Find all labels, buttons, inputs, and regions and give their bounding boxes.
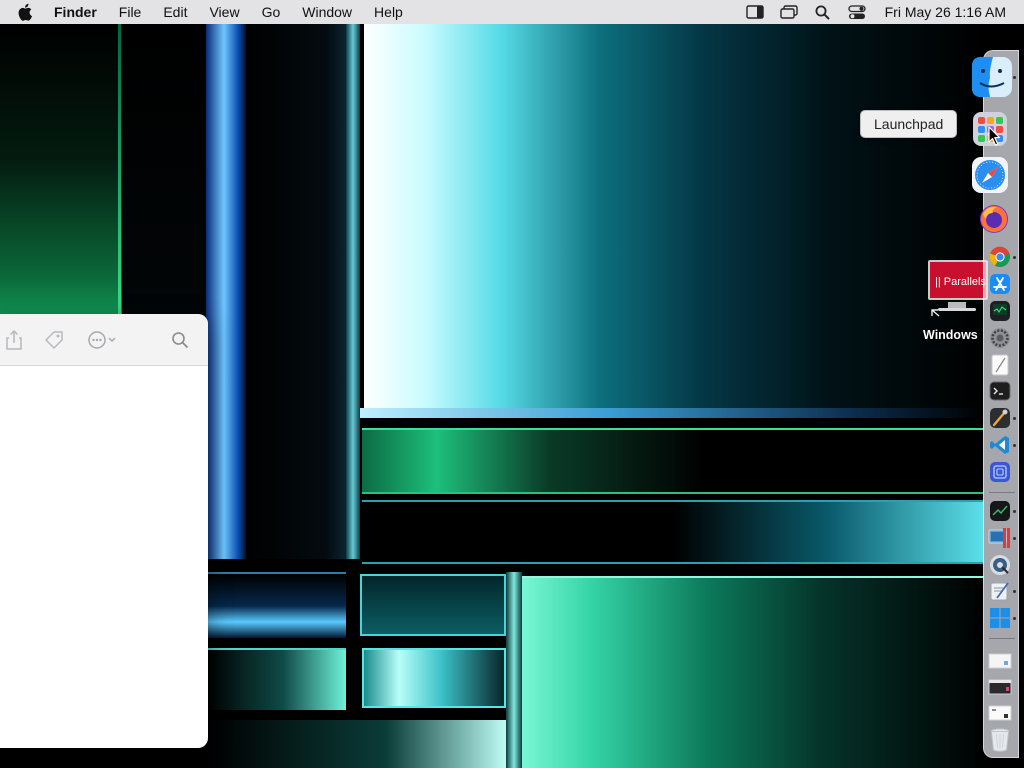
dock-screens[interactable] — [988, 460, 1012, 484]
wallpaper-panel — [362, 428, 984, 494]
dock-script-editor[interactable] — [988, 579, 1012, 603]
document-thumbnail-icon — [988, 679, 1012, 695]
share-icon[interactable] — [4, 330, 24, 350]
menu-window[interactable]: Window — [302, 4, 352, 20]
dock-disk-utility[interactable] — [988, 553, 1012, 577]
dock-visual-studio-code[interactable] — [988, 433, 1012, 457]
menu-bar: Finder File Edit View Go Window Help Fri… — [0, 0, 1024, 24]
running-indicator — [1013, 537, 1016, 540]
dock-parallels-desktop[interactable] — [988, 526, 1012, 550]
apple-menu-icon[interactable] — [18, 3, 36, 21]
stocks-icon — [990, 501, 1010, 521]
desktop-icon-windows[interactable]: || Parallels Windows — [920, 258, 988, 348]
terminal-icon — [989, 381, 1011, 401]
parallels-icon — [988, 528, 1010, 548]
menu-bar-clock[interactable]: Fri May 26 1:16 AM — [885, 4, 1006, 20]
wallpaper-line — [506, 572, 522, 768]
wallpaper-panel — [206, 572, 346, 638]
running-indicator — [1013, 417, 1016, 420]
dock-windows-11[interactable] — [988, 606, 1012, 630]
textedit-icon — [991, 354, 1009, 376]
document-thumbnail-icon — [988, 653, 1012, 669]
dock-instruments[interactable] — [988, 406, 1012, 430]
dock-separator — [989, 638, 1015, 639]
mouse-cursor-icon — [988, 126, 1002, 146]
menu-help[interactable]: Help — [374, 4, 403, 20]
dock-separator — [989, 492, 1015, 493]
menu-file[interactable]: File — [119, 4, 142, 20]
search-icon[interactable] — [170, 330, 190, 350]
desktop-icon-label: Windows — [923, 328, 978, 342]
dock-document-3[interactable] — [988, 701, 1012, 725]
dock-firefox[interactable] — [978, 203, 1010, 235]
wallpaper-panel — [206, 24, 246, 559]
dock-activity-monitor[interactable] — [988, 299, 1012, 323]
dock-system-preferences[interactable] — [988, 326, 1012, 350]
dock-stocks[interactable] — [988, 499, 1012, 523]
dock-finder[interactable] — [970, 55, 1014, 99]
running-indicator — [1013, 444, 1016, 447]
wallpaper-panel — [522, 576, 984, 768]
dock-trash[interactable] — [988, 727, 1012, 753]
script-editor-icon — [990, 582, 1009, 601]
dock-textedit[interactable] — [988, 353, 1012, 377]
parallels-badge-text: || Parallels — [935, 276, 986, 288]
wallpaper-panel — [360, 574, 506, 636]
dock-tooltip: Launchpad — [860, 110, 958, 138]
dock-terminal[interactable] — [988, 379, 1012, 403]
gear-icon — [990, 328, 1010, 348]
wallpaper-panel — [0, 24, 122, 324]
chrome-icon — [989, 246, 1010, 267]
app-store-icon — [990, 274, 1010, 294]
running-indicator — [1013, 590, 1016, 593]
dock-document-1[interactable] — [988, 649, 1012, 673]
dock-document-2[interactable] — [988, 675, 1012, 699]
app-menu-finder[interactable]: Finder — [54, 4, 97, 20]
tag-icon[interactable] — [44, 330, 64, 350]
safari-icon — [972, 157, 1008, 193]
screens-icon — [990, 462, 1010, 482]
wallpaper-line — [118, 24, 121, 324]
document-thumbnail-icon — [988, 705, 1012, 721]
wallpaper-panel — [206, 648, 346, 710]
wallpaper-panel — [246, 24, 346, 559]
finder-window[interactable] — [0, 314, 208, 748]
dock — [972, 50, 1019, 758]
finder-content-area[interactable] — [0, 366, 208, 748]
menu-view[interactable]: View — [209, 4, 239, 20]
control-center-icon[interactable] — [847, 4, 867, 20]
status-area: Fri May 26 1:16 AM — [745, 0, 1024, 24]
firefox-icon — [980, 205, 1008, 233]
wallpaper-panel — [364, 24, 984, 412]
running-indicator — [1013, 76, 1016, 79]
wallpaper-panel — [362, 648, 506, 708]
wallpaper-line — [346, 24, 360, 559]
sidebar-icon[interactable] — [745, 4, 765, 20]
wallpaper-line — [360, 408, 984, 418]
finder-toolbar — [0, 314, 208, 366]
wallpaper-panel — [362, 500, 984, 564]
spotlight-search-icon[interactable] — [813, 4, 833, 20]
menu-go[interactable]: Go — [262, 4, 281, 20]
wallpaper-panel — [206, 720, 506, 768]
more-actions-icon[interactable] — [86, 330, 126, 350]
dock-chrome[interactable] — [988, 245, 1012, 269]
menu-edit[interactable]: Edit — [163, 4, 187, 20]
vscode-icon — [990, 436, 1009, 454]
running-indicator — [1013, 510, 1016, 513]
dock-app-store[interactable] — [988, 272, 1012, 296]
trash-icon — [990, 728, 1010, 752]
activity-monitor-icon — [990, 301, 1010, 321]
finder-icon — [972, 57, 1012, 97]
parallels-vm-icon: || Parallels — [928, 260, 988, 317]
window-stack-icon[interactable] — [779, 4, 799, 20]
disk-utility-icon — [990, 555, 1010, 575]
dock-safari[interactable] — [970, 155, 1010, 195]
windows-logo-icon — [990, 608, 1010, 628]
wallpaper-panel — [122, 24, 206, 324]
running-indicator — [1013, 617, 1016, 620]
running-indicator — [1013, 256, 1016, 259]
instruments-icon — [990, 408, 1010, 428]
